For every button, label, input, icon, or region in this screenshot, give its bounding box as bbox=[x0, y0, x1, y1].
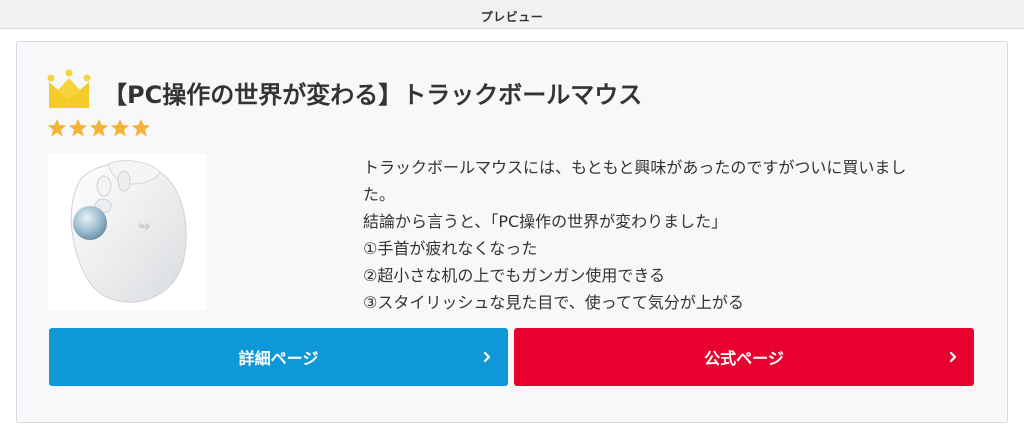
star-icon bbox=[48, 119, 66, 137]
preview-title: プレビュー bbox=[480, 10, 544, 24]
chevron-right-icon bbox=[949, 351, 957, 363]
card-title-row: 【PC操作の世界が変わる】トラックボールマウス bbox=[47, 68, 967, 114]
svg-text:logi: logi bbox=[139, 223, 150, 230]
star-icon bbox=[111, 119, 129, 137]
description-line: た。 bbox=[363, 185, 396, 204]
star-icon bbox=[90, 119, 108, 137]
product-card: 【PC操作の世界が変わる】トラックボールマウス logi トラックボールマウスに… bbox=[16, 41, 1008, 423]
star-icon bbox=[132, 119, 150, 137]
star-icon bbox=[69, 119, 87, 137]
description-line: ③スタイリッシュな見た目で、使ってて気分が上がる bbox=[363, 293, 744, 312]
crown-icon bbox=[47, 69, 91, 108]
product-image: logi bbox=[48, 154, 206, 310]
description-line: ①手首が疲れなくなった bbox=[363, 239, 538, 258]
chevron-right-icon bbox=[483, 351, 491, 363]
product-description: トラックボールマウスには、もともと興味があったのですがついに買いまし た。 結論… bbox=[363, 154, 983, 316]
rating-stars bbox=[47, 118, 157, 142]
official-button-label: 公式ページ bbox=[704, 349, 784, 368]
card-title: 【PC操作の世界が変わる】トラックボールマウス bbox=[103, 81, 643, 109]
preview-panel: 【PC操作の世界が変わる】トラックボールマウス logi トラックボールマウスに… bbox=[0, 28, 1024, 448]
trackball-mouse-image: logi bbox=[70, 160, 187, 303]
description-line: ②超小さな机の上でもガンガン使用できる bbox=[363, 266, 666, 285]
preview-header: プレビュー bbox=[0, 0, 1024, 30]
description-line: 結論から言うと、「PC操作の世界が変わりました」 bbox=[363, 212, 728, 231]
preview-window: プレビュー 【PC操作の世界が変わる】トラックボールマウス logi トラックボ… bbox=[0, 0, 1024, 448]
detail-page-button[interactable]: 詳細ページ bbox=[49, 328, 508, 386]
detail-button-label: 詳細ページ bbox=[238, 349, 319, 368]
official-page-button[interactable]: 公式ページ bbox=[514, 328, 974, 386]
description-line: トラックボールマウスには、もともと興味があったのですがついに買いまし bbox=[363, 158, 907, 177]
